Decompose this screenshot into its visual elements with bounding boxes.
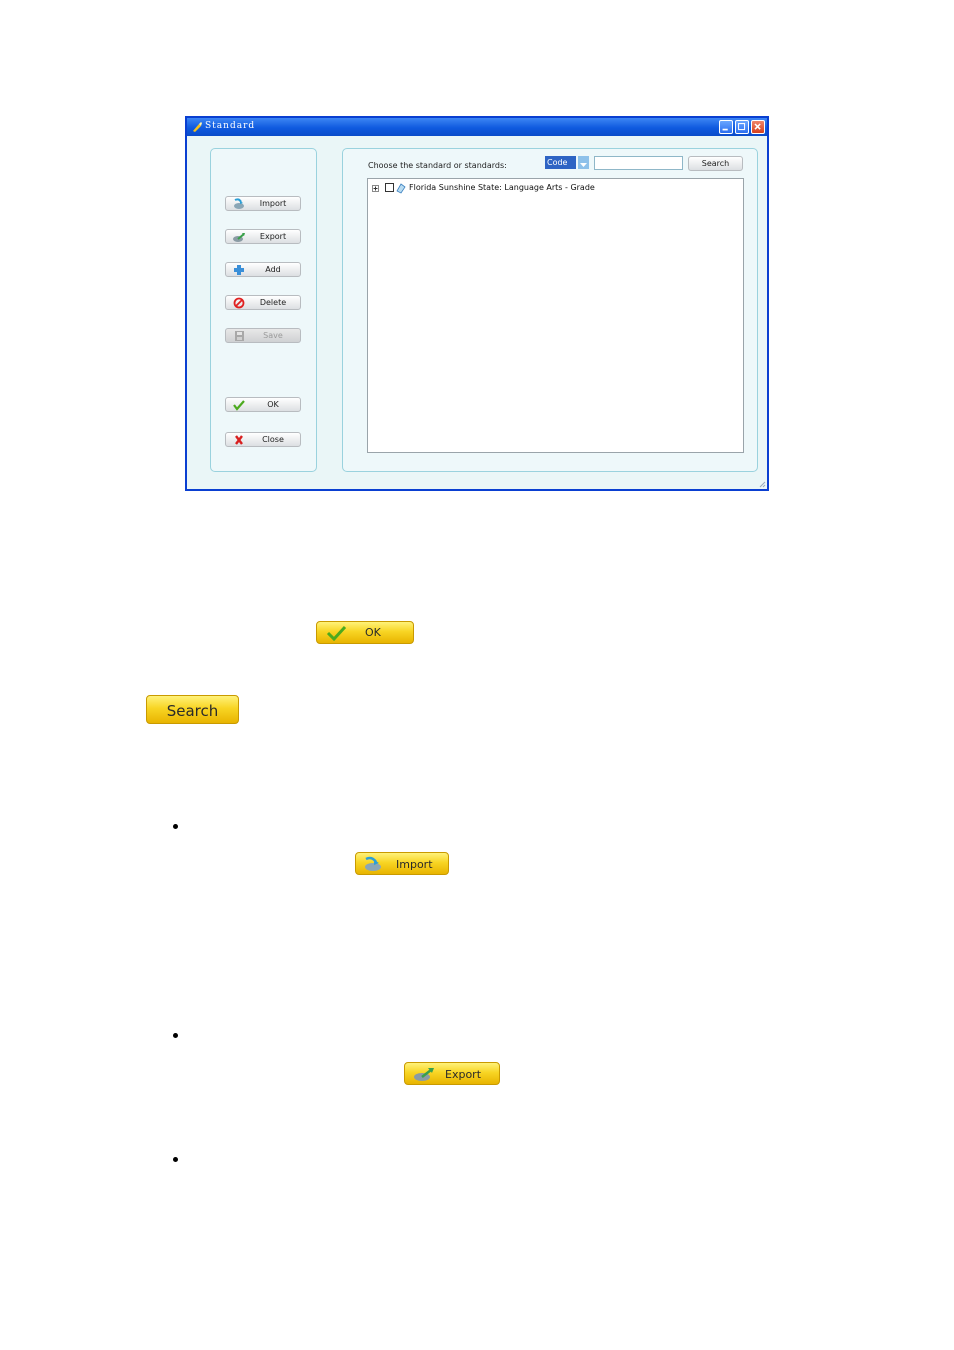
- filter-select-arrow[interactable]: [578, 156, 589, 169]
- ok-label: OK: [267, 400, 279, 409]
- search-button-large-label: Search: [166, 702, 219, 720]
- check-icon: [326, 625, 347, 641]
- ok-button[interactable]: OK: [225, 397, 301, 412]
- close-icon: [754, 123, 761, 130]
- expand-plus-icon[interactable]: [372, 185, 379, 192]
- export-button[interactable]: Export: [225, 229, 301, 244]
- import-button-large[interactable]: Import: [355, 852, 449, 875]
- ok-button-large[interactable]: OK: [316, 621, 414, 644]
- import-icon: [365, 856, 381, 871]
- delete-label: Delete: [259, 298, 287, 307]
- title-bar[interactable]: Standard: [187, 118, 767, 136]
- add-label: Add: [265, 265, 281, 274]
- standard-app-icon: [193, 122, 202, 132]
- tree-item-label: Florida Sunshine State: Language Arts - …: [409, 183, 595, 192]
- minimize-button[interactable]: [719, 120, 733, 134]
- search-input[interactable]: [594, 156, 683, 170]
- export-label: Export: [259, 232, 287, 241]
- standards-panel: Choose the standard or standards: Code S…: [342, 148, 758, 472]
- bullet: [173, 1157, 178, 1162]
- tree-item-checkbox[interactable]: [385, 183, 394, 192]
- export-button-large[interactable]: Export: [404, 1062, 500, 1085]
- delete-icon: [233, 297, 245, 309]
- search-button[interactable]: Search: [688, 156, 743, 171]
- chevron-down-icon: [580, 163, 587, 167]
- search-button-large[interactable]: Search: [146, 695, 239, 724]
- maximize-icon: [738, 123, 746, 131]
- close-button[interactable]: Close: [225, 432, 301, 447]
- filter-select[interactable]: Code: [545, 156, 589, 169]
- window-title: Standard: [205, 121, 256, 131]
- add-icon: [234, 265, 244, 275]
- close-label: Close: [262, 435, 284, 444]
- export-button-large-label: Export: [445, 1068, 482, 1081]
- import-label: Import: [259, 199, 287, 208]
- import-icon: [234, 198, 244, 209]
- ok-button-large-label: OK: [365, 626, 381, 639]
- check-icon: [233, 400, 245, 411]
- export-icon: [233, 233, 245, 242]
- add-button[interactable]: Add: [225, 262, 301, 277]
- maximize-button[interactable]: [735, 120, 749, 134]
- bullet: [173, 1033, 178, 1038]
- window-close-button[interactable]: [751, 120, 765, 134]
- import-button[interactable]: Import: [225, 196, 301, 211]
- standard-window: Standard Import Export Add Delete Save O…: [185, 116, 769, 491]
- standards-tree[interactable]: Florida Sunshine State: Language Arts - …: [367, 178, 744, 453]
- choose-standards-label: Choose the standard or standards:: [368, 161, 507, 170]
- export-icon: [414, 1068, 434, 1081]
- actions-panel: Import Export Add Delete Save OK Close: [210, 148, 317, 472]
- minimize-icon: [722, 128, 728, 131]
- import-button-large-label: Import: [396, 858, 433, 871]
- save-icon: [235, 331, 244, 341]
- save-button[interactable]: Save: [225, 328, 301, 343]
- delete-button[interactable]: Delete: [225, 295, 301, 310]
- standard-node-icon: [396, 183, 406, 194]
- filter-select-value: Code: [545, 156, 576, 169]
- resize-grip-icon[interactable]: [758, 480, 766, 488]
- close-x-icon: [235, 435, 243, 445]
- save-label: Save: [263, 331, 283, 340]
- bullet: [173, 824, 178, 829]
